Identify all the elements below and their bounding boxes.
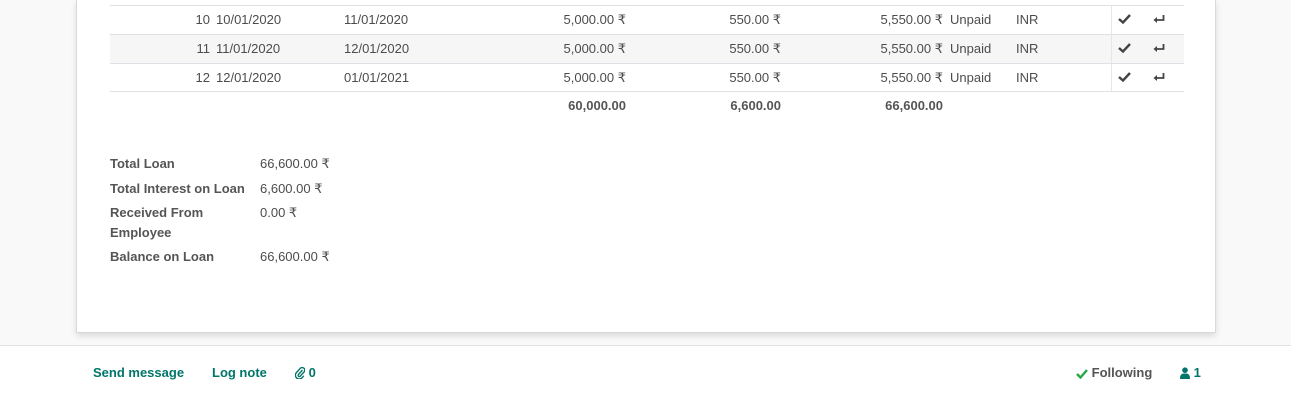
total-payable: 66,600.00 xyxy=(885,98,943,113)
table-totals-row: 60,000.00 6,600.00 66,600.00 xyxy=(110,91,1184,120)
installment-amount: 5,000.00 ₹ xyxy=(563,12,627,27)
return-icon[interactable] xyxy=(1153,6,1165,34)
installment-currency: INR xyxy=(1016,70,1039,85)
column-divider xyxy=(1111,6,1112,34)
installment-amount: 5,000.00 ₹ xyxy=(563,70,627,85)
installment-currency: INR xyxy=(1016,12,1039,27)
installment-interest: 550.00 ₹ xyxy=(729,70,781,85)
installment-status: Unpaid xyxy=(950,12,992,27)
installment-date-from: 12/01/2020 xyxy=(216,70,282,85)
received-from-value: 0.00 ₹ xyxy=(260,205,298,220)
installment-number: 11 xyxy=(196,41,211,56)
installment-total: 5,550.00 ₹ xyxy=(880,41,944,56)
send-message-button[interactable]: Send message xyxy=(93,364,184,382)
received-from-label-line2: Employee xyxy=(110,225,172,240)
chatter-topbar: Send message Log note 0 Following 1 xyxy=(0,345,1291,409)
received-from-label: Received From xyxy=(110,205,204,220)
balance-value: 66,600.00 ₹ xyxy=(260,249,330,264)
column-divider xyxy=(1111,35,1112,63)
followers-count: 1 xyxy=(1193,365,1201,380)
installment-total: 5,550.00 ₹ xyxy=(880,12,944,27)
installment-interest: 550.00 ₹ xyxy=(729,12,781,27)
installment-status: Unpaid xyxy=(950,70,992,85)
user-icon xyxy=(1180,365,1194,380)
paperclip-icon xyxy=(294,365,309,380)
check-icon[interactable] xyxy=(1118,35,1131,63)
table-row[interactable]: 11 11/01/2020 12/01/2020 5,000.00 ₹ 550.… xyxy=(110,34,1184,63)
table-row[interactable]: 12 12/01/2020 01/01/2021 5,000.00 ₹ 550.… xyxy=(110,63,1184,92)
installment-date-from: 11/01/2020 xyxy=(216,41,281,56)
table-row[interactable]: 10 10/01/2020 11/01/2020 5,000.00 ₹ 550.… xyxy=(110,5,1184,34)
check-icon[interactable] xyxy=(1118,64,1131,92)
total-amount: 60,000.00 xyxy=(568,98,626,113)
check-icon xyxy=(1076,365,1092,380)
column-divider xyxy=(1111,64,1112,92)
check-icon[interactable] xyxy=(1118,6,1131,34)
return-icon[interactable] xyxy=(1153,64,1165,92)
total-interest-label: Total Interest on Loan xyxy=(110,181,245,196)
attachments-button[interactable]: 0 xyxy=(294,364,316,382)
followers-button[interactable]: 1 xyxy=(1180,364,1201,382)
following-label: Following xyxy=(1091,365,1153,380)
installment-number: 12 xyxy=(195,70,210,85)
form-sheet: 10 10/01/2020 11/01/2020 5,000.00 ₹ 550.… xyxy=(76,0,1216,333)
installment-number: 10 xyxy=(195,12,210,27)
following-button[interactable]: Following xyxy=(1076,364,1152,382)
installment-total: 5,550.00 ₹ xyxy=(880,70,944,85)
total-interest-value: 6,600.00 ₹ xyxy=(260,181,323,196)
installment-date-to: 11/01/2020 xyxy=(344,12,409,27)
log-note-button[interactable]: Log note xyxy=(212,364,267,382)
balance-label: Balance on Loan xyxy=(110,249,215,264)
installment-status: Unpaid xyxy=(950,41,992,56)
total-loan-value: 66,600.00 ₹ xyxy=(260,156,330,171)
attachments-count: 0 xyxy=(308,365,316,380)
total-loan-label: Total Loan xyxy=(110,156,175,171)
installment-interest: 550.00 ₹ xyxy=(729,41,781,56)
installment-date-to: 01/01/2021 xyxy=(344,70,410,85)
installment-date-to: 12/01/2020 xyxy=(344,41,410,56)
return-icon[interactable] xyxy=(1153,35,1165,63)
installment-date-from: 10/01/2020 xyxy=(216,12,282,27)
installment-amount: 5,000.00 ₹ xyxy=(563,41,627,56)
installment-currency: INR xyxy=(1016,41,1039,56)
total-interest: 6,600.00 xyxy=(730,98,781,113)
